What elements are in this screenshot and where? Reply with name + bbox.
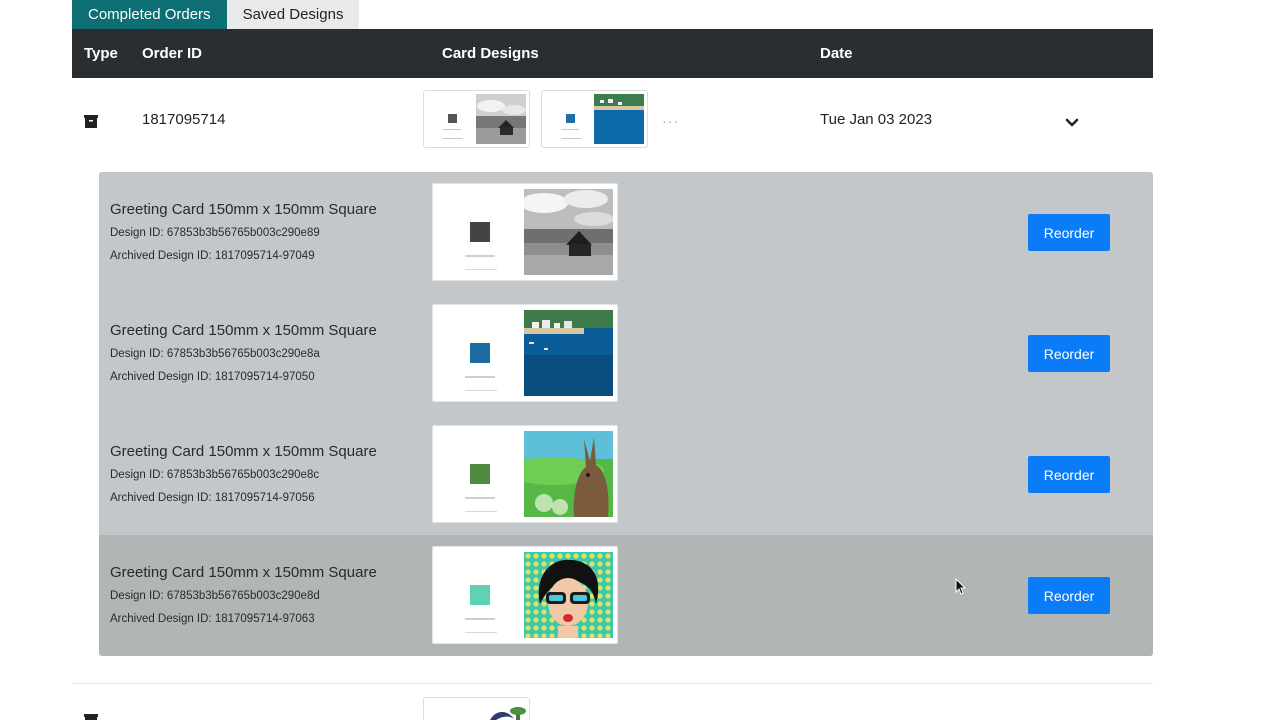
order-item: Greeting Card 150mm x 150mm Square Desig… — [99, 293, 1153, 414]
coastal-village-image — [524, 310, 613, 396]
archived-design-id: Archived Design ID: 1817095714-97056 — [110, 492, 315, 504]
item-title: Greeting Card 150mm x 150mm Square — [110, 443, 377, 460]
archive-box-icon — [84, 115, 98, 128]
order-date: Tue Jan 03 2023 — [820, 111, 933, 128]
reorder-button[interactable]: Reorder — [1028, 577, 1110, 614]
thumbnail-inner-image — [566, 114, 575, 123]
archived-design-id: Archived Design ID: 1817095714-97049 — [110, 250, 315, 262]
card-inner-image — [470, 464, 490, 484]
card-message-line — [465, 255, 495, 257]
orders-table-header: Type Order ID Card Designs Date — [72, 29, 1153, 78]
design-id: Design ID: 67853b3b56765b003c290e8d — [110, 590, 320, 602]
reorder-button[interactable]: Reorder — [1028, 335, 1110, 372]
reorder-button[interactable]: Reorder — [1028, 456, 1110, 493]
thumbnail-inner-image — [448, 114, 457, 123]
card-preview[interactable] — [432, 183, 618, 281]
archive-box-icon — [84, 714, 98, 720]
item-title: Greeting Card 150mm x 150mm Square — [110, 322, 377, 339]
design-id: Design ID: 67853b3b56765b003c290e89 — [110, 227, 320, 239]
barn-landscape-image — [524, 189, 613, 275]
tab-completed-orders[interactable]: Completed Orders — [72, 0, 227, 29]
card-footer-line — [465, 390, 497, 391]
order-id: 1817095714 — [142, 111, 226, 128]
card-message-line — [465, 618, 495, 620]
mouse-cursor-icon — [955, 578, 967, 595]
thumbnail-text-line — [443, 138, 463, 139]
thumbnail-coast-image — [594, 94, 644, 144]
archived-design-id: Archived Design ID: 1817095714-97063 — [110, 613, 315, 625]
card-design-thumbnail[interactable] — [541, 90, 648, 148]
thumbnail-text-line — [561, 129, 579, 130]
reorder-button[interactable]: Reorder — [1028, 214, 1110, 251]
card-design-thumbnail[interactable] — [423, 697, 530, 720]
item-title: Greeting Card 150mm x 150mm Square — [110, 564, 377, 581]
order-row[interactable]: 1817095714 ··· Tue Jan 03 2023 — [72, 78, 1153, 172]
card-preview[interactable] — [432, 425, 618, 523]
card-preview[interactable] — [432, 546, 618, 644]
thumbnail-text-line — [561, 138, 581, 139]
order-details-panel: Greeting Card 150mm x 150mm Square Desig… — [99, 172, 1153, 656]
thumbnail-barn-image — [476, 94, 526, 144]
column-header-order-id: Order ID — [142, 45, 203, 62]
card-footer-line — [465, 511, 497, 512]
chevron-down-icon[interactable] — [1062, 112, 1082, 132]
thumbnail-text-line — [443, 129, 461, 130]
order-item: Greeting Card 150mm x 150mm Square Desig… — [99, 535, 1153, 656]
card-inner-image — [470, 222, 490, 242]
order-item: Greeting Card 150mm x 150mm Square Desig… — [99, 414, 1153, 535]
design-id: Design ID: 67853b3b56765b003c290e8a — [110, 348, 320, 360]
row-divider — [72, 683, 1153, 684]
column-header-date: Date — [820, 45, 853, 62]
card-message-line — [465, 497, 495, 499]
tab-saved-designs[interactable]: Saved Designs — [226, 0, 360, 29]
order-item: Greeting Card 150mm x 150mm Square Desig… — [99, 172, 1153, 293]
card-footer-line — [465, 632, 497, 633]
design-id: Design ID: 67853b3b56765b003c290e8c — [110, 469, 320, 481]
card-design-thumbnail[interactable] — [423, 90, 530, 148]
card-message-line — [465, 376, 495, 378]
column-header-card-designs: Card Designs — [442, 45, 539, 62]
card-preview[interactable] — [432, 304, 618, 402]
pop-art-woman-image — [524, 552, 613, 638]
archived-design-id: Archived Design ID: 1817095714-97050 — [110, 371, 315, 383]
thumbnail-image — [476, 701, 526, 720]
item-title: Greeting Card 150mm x 150mm Square — [110, 201, 377, 218]
card-inner-image — [470, 585, 490, 605]
order-tabs: Completed Orders Saved Designs — [72, 0, 360, 29]
card-footer-line — [465, 269, 497, 270]
card-inner-image — [470, 343, 490, 363]
column-header-type: Type — [84, 45, 118, 62]
more-designs-indicator[interactable]: ··· — [662, 113, 679, 129]
hare-field-image — [524, 431, 613, 517]
